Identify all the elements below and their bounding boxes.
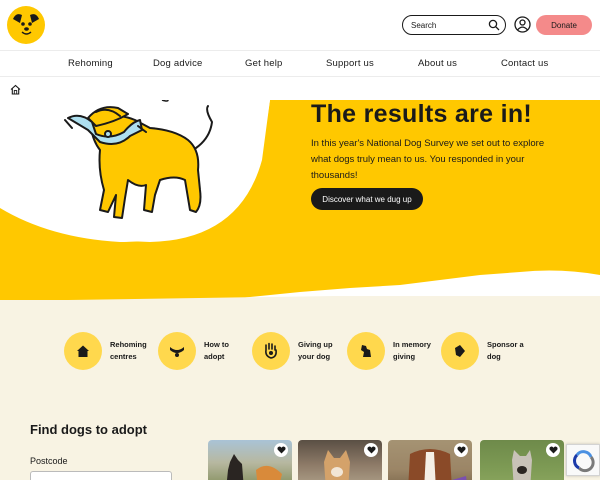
discover-button[interactable]: Discover what we dug up bbox=[311, 188, 423, 210]
service-giving-up-your-dog[interactable]: Giving up your dog bbox=[252, 332, 344, 370]
service-icon-circle bbox=[64, 332, 102, 370]
postcode-input[interactable] bbox=[30, 471, 172, 480]
service-icon-circle bbox=[158, 332, 196, 370]
search-icon[interactable] bbox=[488, 19, 500, 31]
wave-divider bbox=[0, 296, 600, 306]
home-breadcrumb-icon[interactable] bbox=[10, 84, 21, 95]
nav-item-get-help[interactable]: Get help bbox=[245, 58, 283, 69]
recaptcha-badge[interactable] bbox=[566, 444, 600, 476]
hero-banner: The results are in! In this year's Natio… bbox=[0, 100, 600, 305]
dog-card[interactable] bbox=[480, 440, 564, 480]
account-icon[interactable] bbox=[514, 16, 531, 33]
search-input[interactable] bbox=[411, 20, 487, 30]
dog-card[interactable] bbox=[388, 440, 472, 480]
search-box[interactable] bbox=[402, 15, 506, 35]
sponsor-icon bbox=[455, 345, 465, 357]
hero-illustration bbox=[0, 100, 600, 300]
main-nav: Rehoming Dog advice Get help Support us … bbox=[0, 50, 600, 77]
hero-title: The results are in! bbox=[311, 100, 533, 128]
service-how-to-adopt[interactable]: How to adopt bbox=[158, 332, 250, 370]
nav-item-about-us[interactable]: About us bbox=[418, 58, 457, 69]
service-label: Rehoming centres bbox=[110, 340, 147, 361]
nav-item-rehoming[interactable]: Rehoming bbox=[68, 58, 113, 69]
service-sponsor-a-dog[interactable]: Sponsor a dog bbox=[441, 332, 533, 370]
favourite-heart-icon[interactable] bbox=[274, 443, 288, 457]
find-dogs-title: Find dogs to adopt bbox=[30, 422, 147, 437]
collar-icon bbox=[170, 347, 184, 357]
service-icon-circle bbox=[441, 332, 479, 370]
service-label: Giving up your dog bbox=[298, 340, 333, 361]
services-section: Rehoming centres How to adopt Giving up … bbox=[0, 296, 600, 480]
donate-button[interactable]: Donate bbox=[536, 15, 592, 35]
hand-paw-icon bbox=[265, 342, 277, 359]
house-icon bbox=[77, 345, 89, 357]
service-label: How to adopt bbox=[204, 340, 229, 361]
nav-item-contact-us[interactable]: Contact us bbox=[501, 58, 548, 69]
recaptcha-icon bbox=[573, 450, 595, 473]
nav-item-dog-advice[interactable]: Dog advice bbox=[153, 58, 203, 69]
nav-item-support-us[interactable]: Support us bbox=[326, 58, 374, 69]
postcode-label: Postcode bbox=[30, 456, 68, 466]
hero-description: In this year's National Dog Survey we se… bbox=[311, 138, 545, 181]
favourite-heart-icon[interactable] bbox=[364, 443, 378, 457]
site-header: Donate bbox=[0, 0, 600, 50]
service-label: In memory giving bbox=[393, 340, 431, 361]
dog-card[interactable] bbox=[298, 440, 382, 480]
dogs-trust-logo[interactable] bbox=[7, 6, 45, 44]
service-icon-circle bbox=[347, 332, 385, 370]
service-rehoming-centres[interactable]: Rehoming centres bbox=[64, 332, 156, 370]
favourite-heart-icon[interactable] bbox=[454, 443, 468, 457]
favourite-heart-icon[interactable] bbox=[546, 443, 560, 457]
service-icon-circle bbox=[252, 332, 290, 370]
service-label: Sponsor a dog bbox=[487, 340, 524, 361]
dog-card[interactable] bbox=[208, 440, 292, 480]
dog-sitting-icon bbox=[361, 345, 371, 357]
service-in-memory-giving[interactable]: In memory giving bbox=[347, 332, 439, 370]
